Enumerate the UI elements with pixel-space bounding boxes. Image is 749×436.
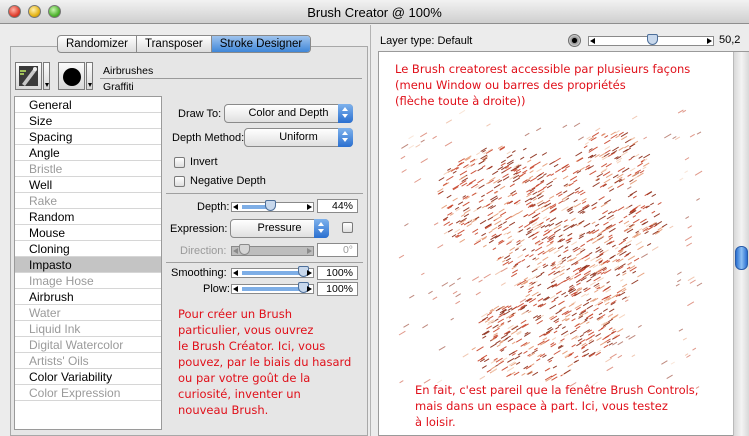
brush-variant-selector[interactable]: [58, 62, 85, 90]
plow-slider[interactable]: [231, 282, 314, 294]
section-item-impasto[interactable]: Impasto: [15, 257, 161, 273]
bottom-annotation: En fait, c'est pareil que la fenêtre Bru…: [415, 382, 698, 430]
brush-category-name: Airbrushes: [103, 65, 154, 77]
variant-dropdown-arrow-icon[interactable]: [86, 62, 93, 90]
popup-arrows-icon: [338, 128, 353, 147]
divider: [166, 193, 363, 194]
depth-field[interactable]: 44%: [317, 199, 358, 213]
annotation-line: le Brush Créator. Ici, vous: [178, 339, 326, 353]
section-item-image-hose: Image Hose: [15, 273, 161, 289]
pane-divider: [370, 25, 371, 436]
expression-value: Pressure: [257, 222, 302, 234]
opacity-slider[interactable]: [588, 34, 714, 46]
draw-to-popup[interactable]: Color and Depth: [224, 104, 353, 123]
smoothing-field[interactable]: 100%: [317, 266, 358, 280]
section-item-spacing[interactable]: Spacing: [15, 129, 161, 145]
smoothing-label: Smoothing:: [171, 267, 227, 279]
section-list: General Size Spacing Angle Bristle Well Rake Ra…: [14, 96, 162, 430]
section-item-mouse[interactable]: Mouse: [15, 225, 161, 241]
preview-canvas[interactable]: Le Brush creatorest accessible par plusi…: [378, 51, 749, 436]
scrollbar-thumb[interactable]: [735, 246, 748, 270]
popup-arrows-icon: [338, 104, 353, 123]
depth-slider[interactable]: [231, 200, 314, 212]
stroke-texture: [398, 109, 703, 389]
section-item-well[interactable]: Well: [15, 177, 161, 193]
invert-checkbox[interactable]: [174, 157, 185, 168]
annotation-line: mais dans un espace à part. Ici, vous te…: [415, 399, 668, 413]
section-item-water: Water: [15, 305, 161, 321]
brush-category-selector[interactable]: [15, 62, 42, 90]
section-item-artists-oils: Artists' Oils: [15, 353, 161, 369]
expression-invert-checkbox[interactable]: [342, 222, 353, 233]
vertical-scrollbar[interactable]: [733, 52, 749, 436]
expression-popup[interactable]: Pressure: [230, 219, 329, 238]
section-item-color-expression: Color Expression: [15, 385, 161, 401]
depth-label: Depth:: [197, 201, 230, 213]
tab-randomizer[interactable]: Randomizer: [58, 36, 137, 52]
section-item-airbrush[interactable]: Airbrush: [15, 289, 161, 305]
expression-label: Expression:: [170, 223, 228, 235]
annotation-line: pouvez, par le biais du hasard: [178, 355, 352, 369]
section-item-digital-watercolor: Digital Watercolor: [15, 337, 161, 353]
round-dab-icon: [63, 68, 81, 86]
depth-method-popup[interactable]: Uniform: [244, 128, 353, 147]
section-item-rake: Rake: [15, 193, 161, 209]
window-title: Brush Creator @ 100%: [307, 5, 442, 20]
annotation-line: Le Brush creatorest accessible par plusi…: [395, 62, 691, 76]
annotation-line: curiosité, inventer un: [178, 387, 301, 401]
negative-depth-label: Negative Depth: [190, 175, 266, 187]
direction-slider[interactable]: [231, 244, 314, 256]
tab-stroke-designer[interactable]: Stroke Designer: [211, 36, 311, 52]
top-annotation: Le Brush creatorest accessible par plusi…: [395, 61, 690, 109]
smoothing-slider[interactable]: [231, 266, 314, 278]
annotation-line: Pour créer un Brush: [178, 307, 292, 321]
section-item-bristle: Bristle: [15, 161, 161, 177]
section-item-size[interactable]: Size: [15, 113, 161, 129]
opacity-icon: [568, 34, 581, 47]
depth-method-value: Uniform: [279, 131, 318, 143]
draw-to-label: Draw To:: [178, 108, 222, 120]
left-annotation: Pour créer un Brush particulier, vous ou…: [178, 306, 351, 418]
section-item-liquid-ink: Liquid Ink: [15, 321, 161, 337]
section-item-cloning[interactable]: Cloning: [15, 241, 161, 257]
airbrush-category-icon: [19, 66, 38, 86]
annotation-line: (menu Window ou barres des propriétés: [395, 78, 626, 92]
section-item-color-variability[interactable]: Color Variability: [15, 369, 161, 385]
layer-type-label: Layer type: Default: [380, 35, 473, 47]
plow-label: Plow:: [203, 283, 230, 295]
section-item-general[interactable]: General: [15, 97, 161, 113]
section-item-random[interactable]: Random: [15, 209, 161, 225]
brush-variant-name: Graffiti: [103, 81, 134, 93]
opacity-value: 50,2: [719, 34, 741, 46]
brush-stroke-preview: [398, 109, 703, 389]
direction-label: Direction:: [180, 245, 227, 257]
direction-field[interactable]: 0°: [317, 243, 358, 257]
annotation-line: (flèche toute à droite)): [395, 94, 526, 108]
annotation-line: à loisir.: [415, 415, 456, 429]
negative-depth-checkbox[interactable]: [174, 176, 185, 187]
invert-label: Invert: [190, 156, 218, 168]
annotation-line: nouveau Brush.: [178, 403, 269, 417]
depth-method-label: Depth Method:: [172, 132, 245, 144]
divider: [166, 262, 363, 263]
annotation-line: particulier, vous ouvrez: [178, 323, 314, 337]
tab-transposer[interactable]: Transposer: [137, 36, 212, 52]
annotation-line: ou par votre goût de la: [178, 371, 311, 385]
draw-to-value: Color and Depth: [248, 107, 329, 119]
plow-field[interactable]: 100%: [317, 282, 358, 296]
divider: [100, 78, 362, 79]
annotation-line: En fait, c'est pareil que la fenêtre Bru…: [415, 383, 699, 397]
category-dropdown-arrow-icon[interactable]: [43, 62, 50, 90]
section-item-angle[interactable]: Angle: [15, 145, 161, 161]
popup-arrows-icon: [314, 219, 329, 238]
tab-bar: Randomizer Transposer Stroke Designer: [57, 35, 312, 53]
